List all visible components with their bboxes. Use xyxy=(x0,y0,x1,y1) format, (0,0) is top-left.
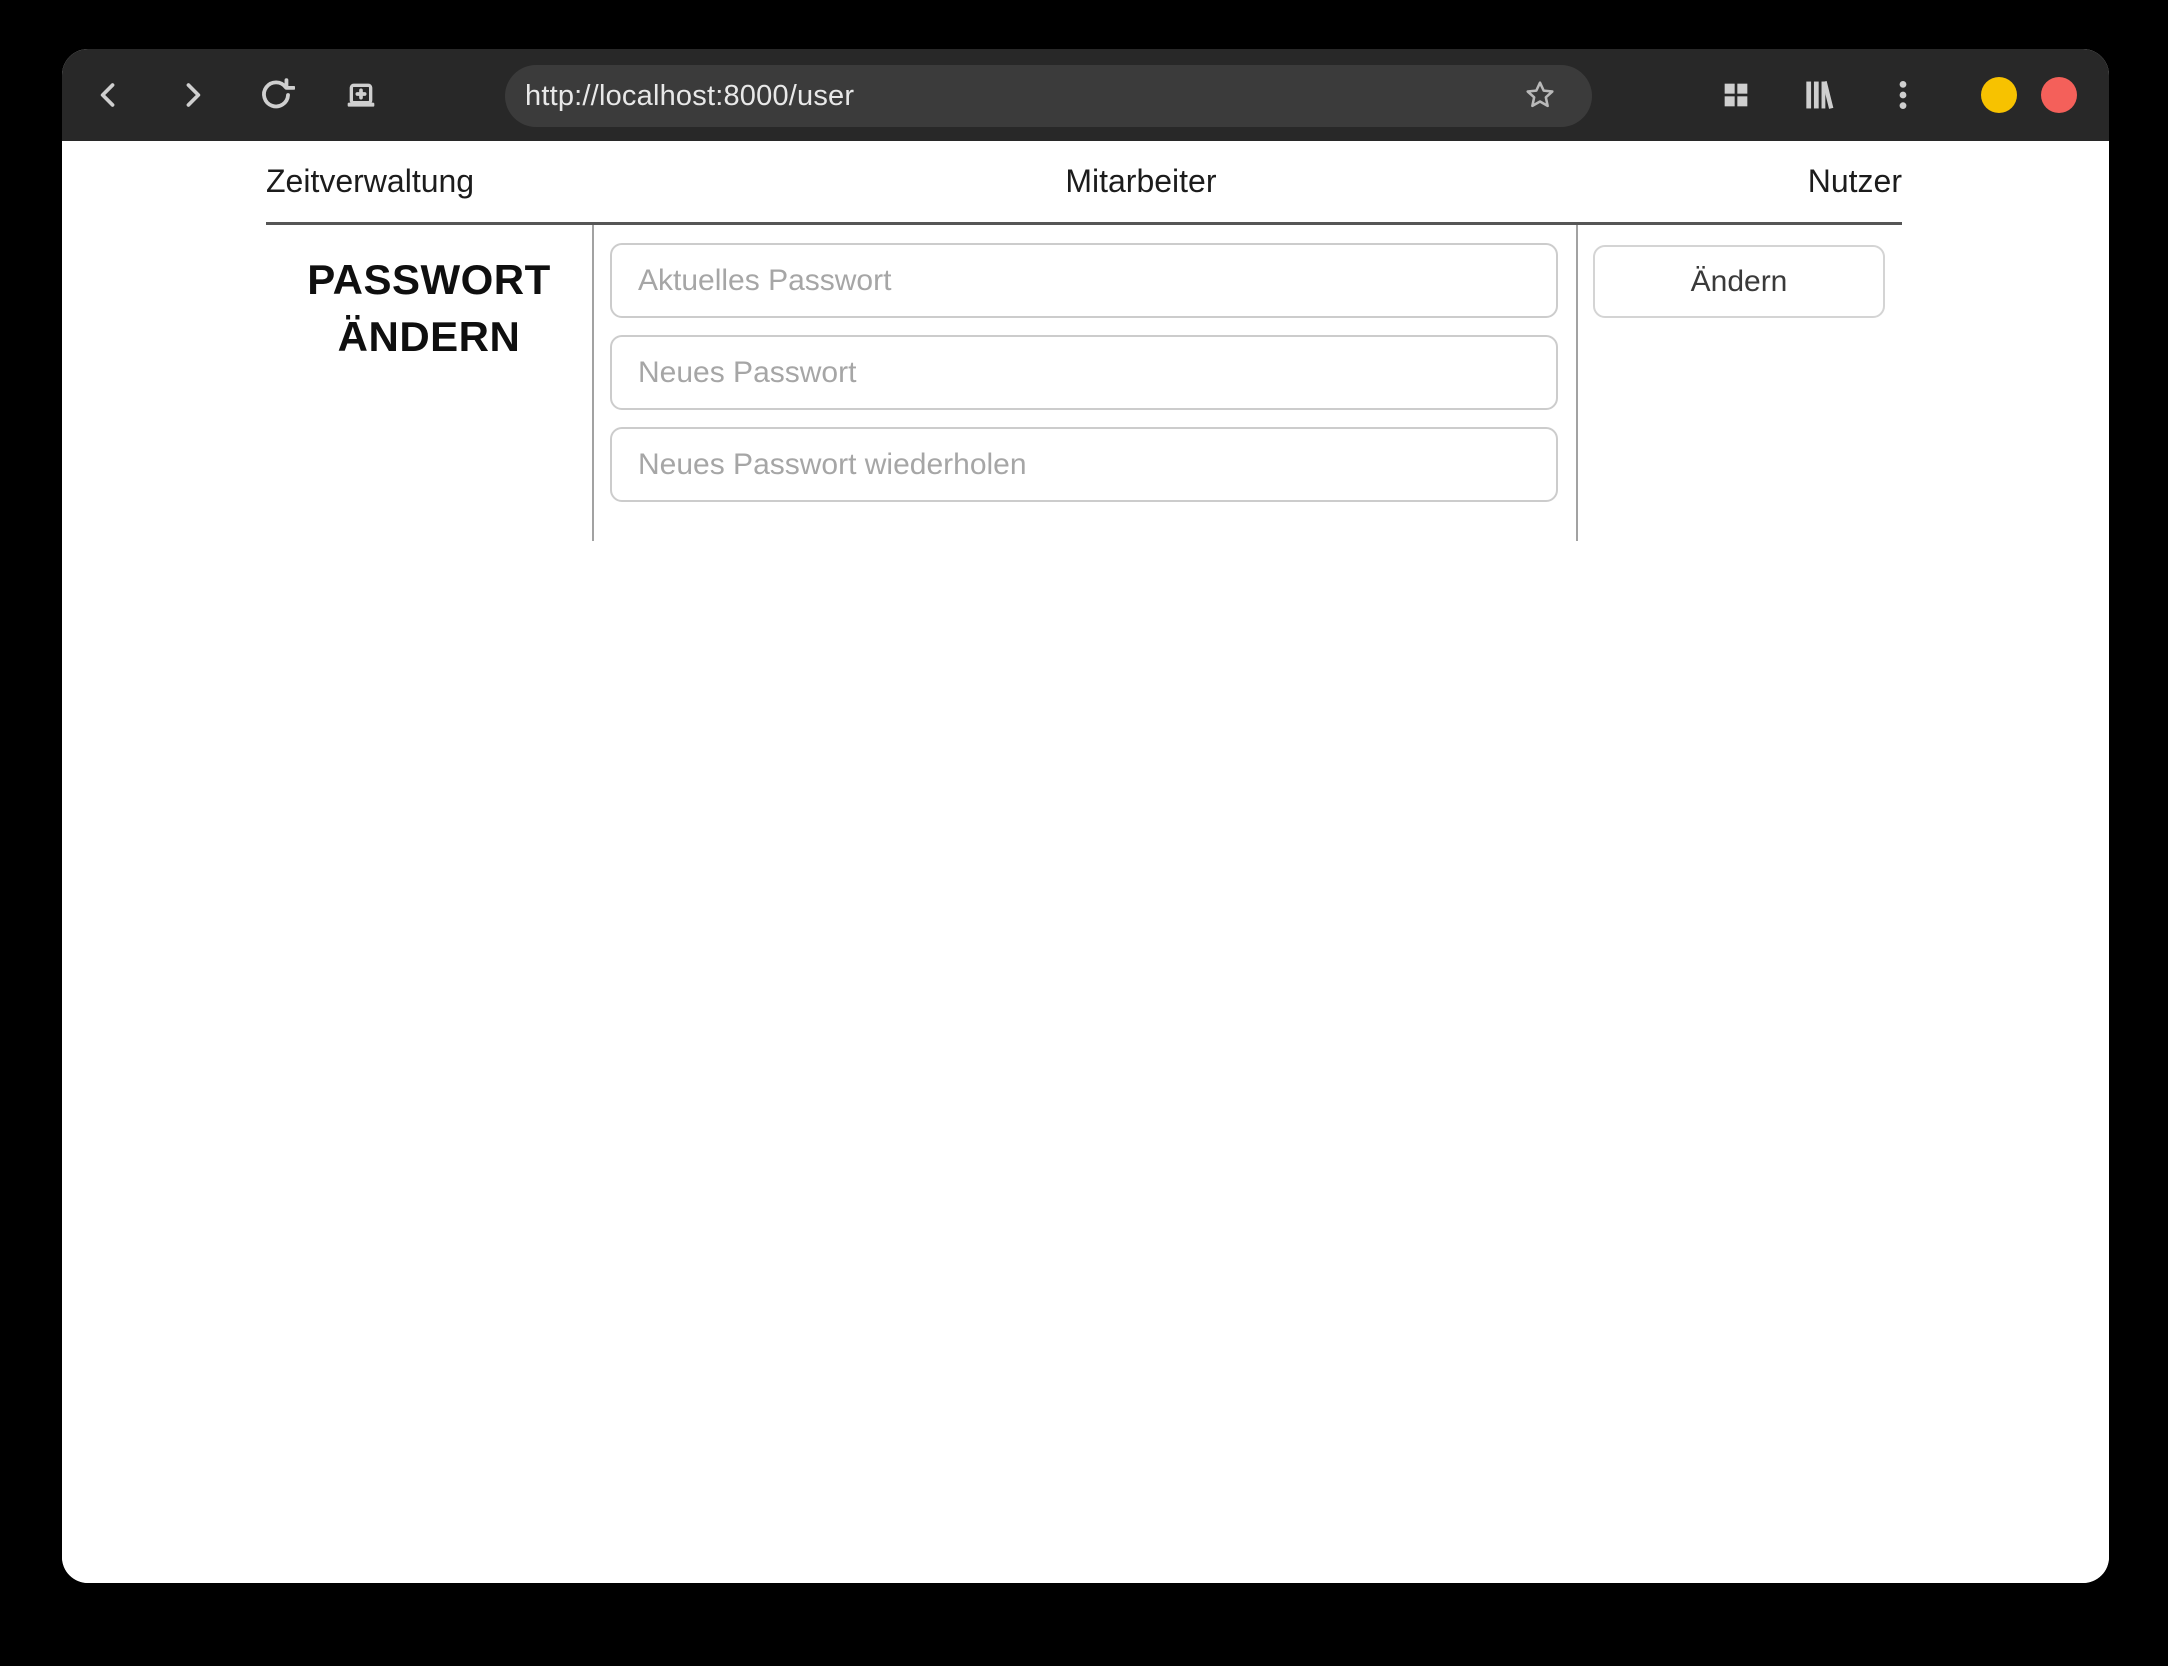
kebab-menu-icon xyxy=(1886,78,1920,112)
browser-toolbar: http://localhost:8000/user xyxy=(62,49,2109,141)
grid-icon xyxy=(1720,79,1752,111)
page-title: PASSWORT ÄNDERN xyxy=(266,251,592,365)
repeat-new-password-input[interactable] xyxy=(610,427,1558,502)
heading-column: PASSWORT ÄNDERN xyxy=(266,225,592,541)
password-change-section: PASSWORT ÄNDERN Ändern xyxy=(266,225,1902,541)
bookmark-button[interactable] xyxy=(1517,73,1563,119)
url-bar[interactable]: http://localhost:8000/user xyxy=(505,65,1592,127)
minimize-window-button[interactable] xyxy=(1981,77,2017,113)
password-form xyxy=(592,225,1578,541)
page-title-line1: PASSWORT xyxy=(307,256,551,303)
menu-button[interactable] xyxy=(1879,71,1927,119)
star-icon xyxy=(1522,77,1558,116)
back-button[interactable] xyxy=(85,71,133,119)
library-button[interactable] xyxy=(1795,71,1843,119)
back-chevron-icon xyxy=(92,78,126,112)
main-nav: Zeitverwaltung Mitarbeiter Nutzer xyxy=(266,141,1902,225)
forward-button[interactable] xyxy=(168,71,216,119)
browser-window: http://localhost:8000/user Zeitverwaltun… xyxy=(62,49,2109,1583)
action-column: Ändern xyxy=(1578,225,1902,541)
new-tab-icon xyxy=(341,75,381,115)
reload-button[interactable] xyxy=(252,71,300,119)
change-password-button[interactable]: Ändern xyxy=(1593,245,1885,318)
nav-item-zeitverwaltung[interactable]: Zeitverwaltung xyxy=(266,163,474,200)
current-password-input[interactable] xyxy=(610,243,1558,318)
page-content: Zeitverwaltung Mitarbeiter Nutzer PASSWO… xyxy=(62,141,2109,1583)
url-text[interactable]: http://localhost:8000/user xyxy=(525,80,1592,113)
nav-item-nutzer[interactable]: Nutzer xyxy=(1808,163,1902,200)
new-password-input[interactable] xyxy=(610,335,1558,410)
nav-item-mitarbeiter[interactable]: Mitarbeiter xyxy=(1065,163,1216,200)
forward-chevron-icon xyxy=(175,78,209,112)
page-title-line2: ÄNDERN xyxy=(337,313,521,360)
new-tab-button[interactable] xyxy=(337,71,385,119)
reload-icon xyxy=(257,76,295,114)
close-window-button[interactable] xyxy=(2041,77,2077,113)
tab-overview-button[interactable] xyxy=(1712,71,1760,119)
library-icon xyxy=(1800,76,1838,114)
